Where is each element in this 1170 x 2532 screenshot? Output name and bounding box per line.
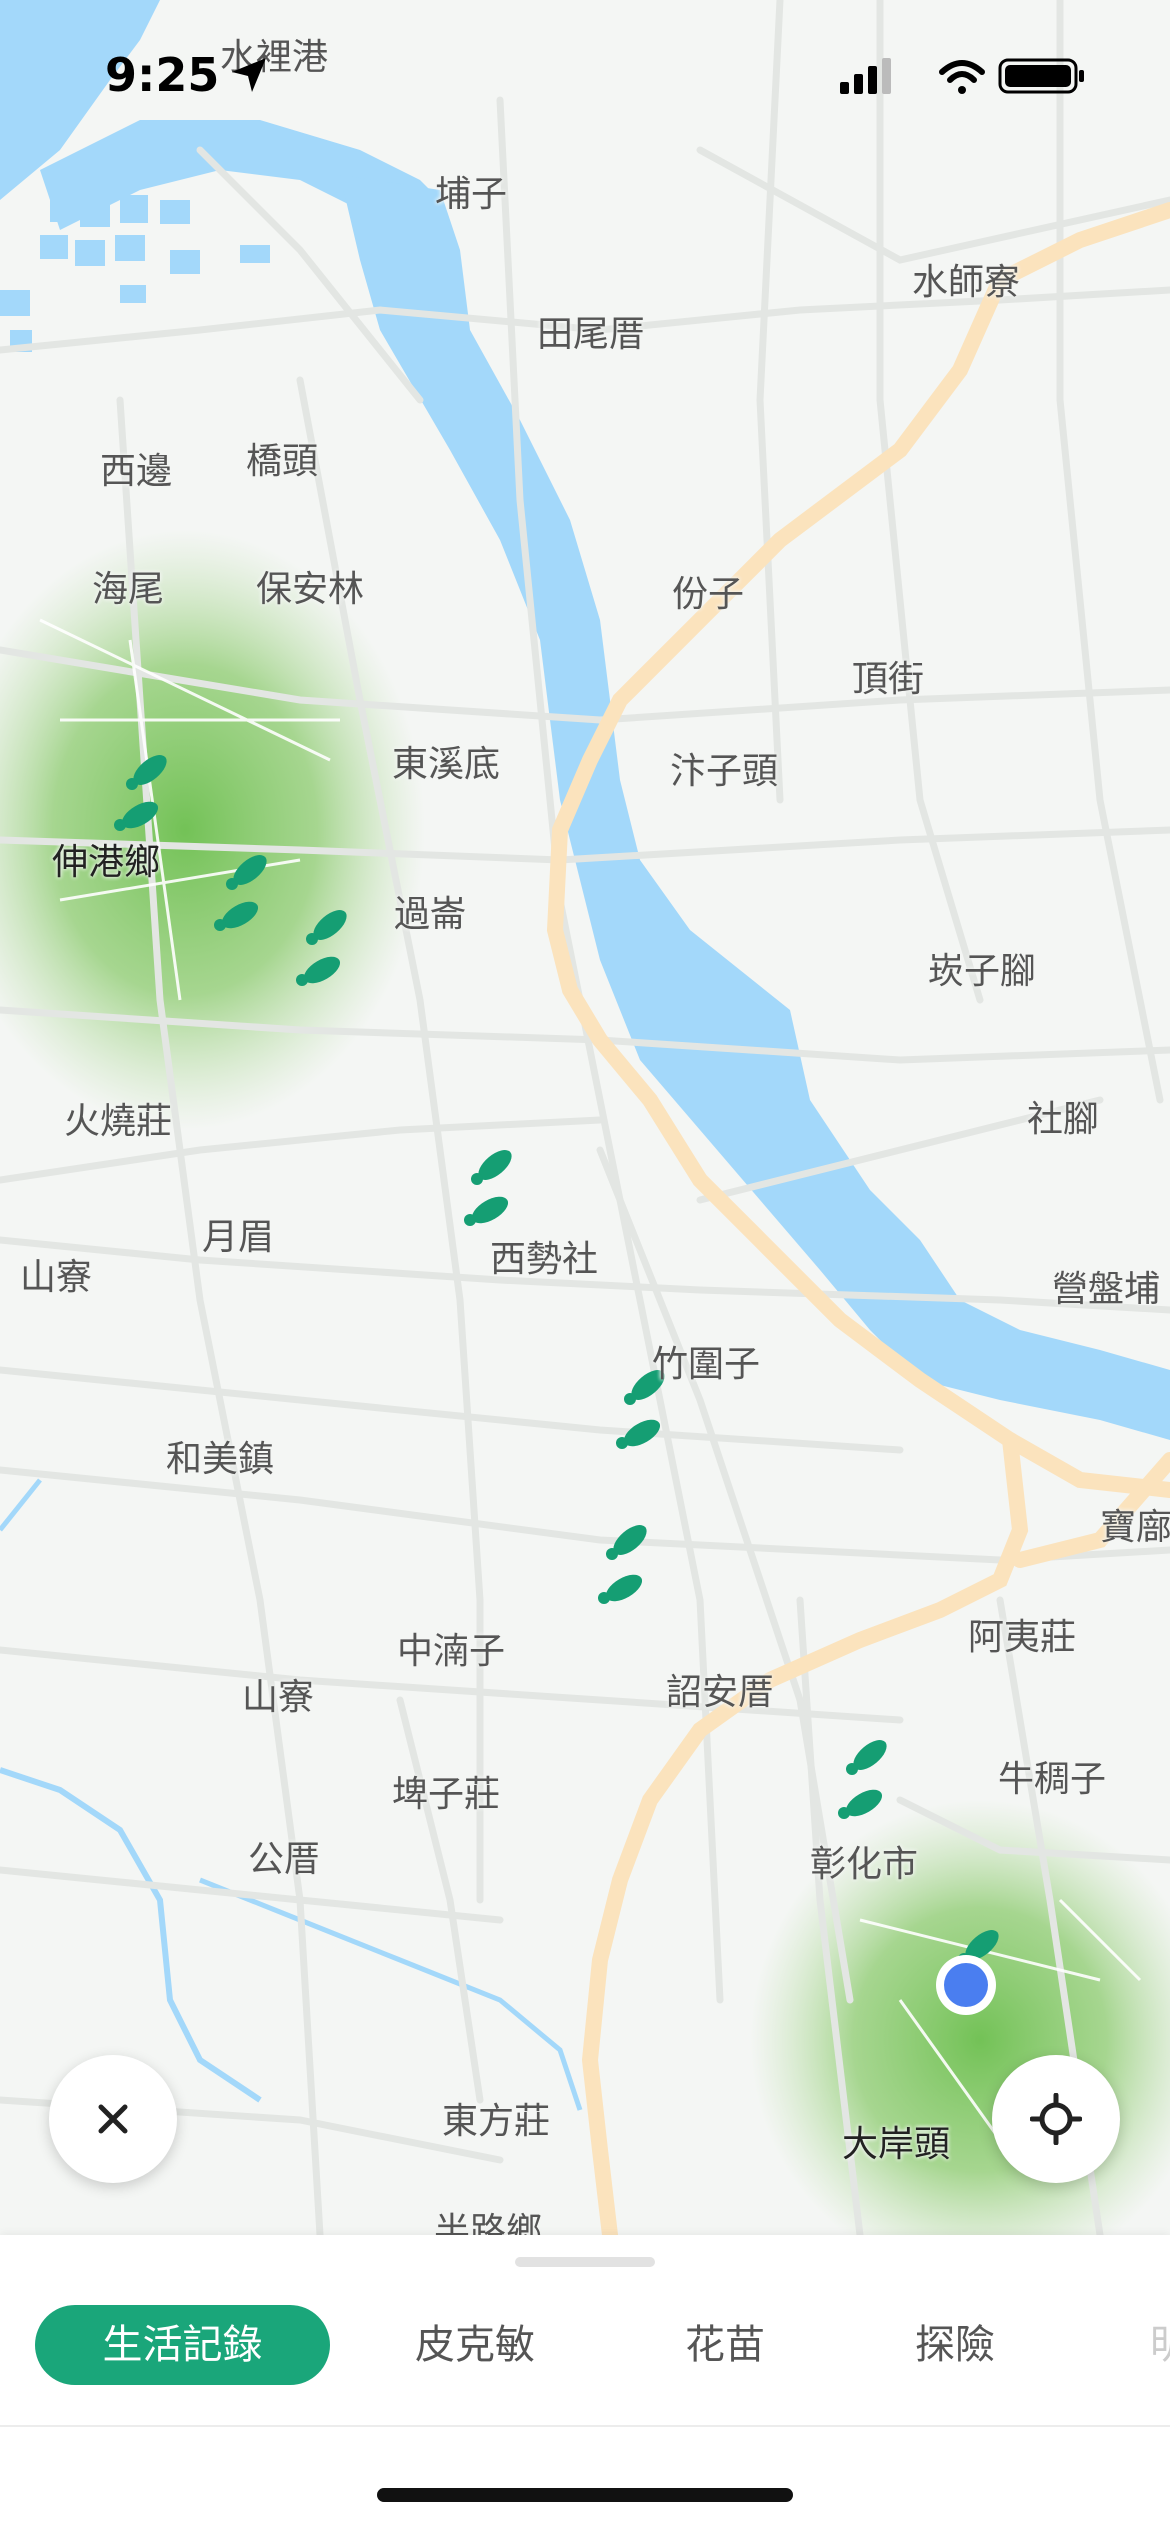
- place-label: 汴子頭: [670, 751, 779, 792]
- divider: [0, 2425, 1170, 2427]
- location-arrow-icon: [232, 58, 266, 92]
- place-label: 山寮: [242, 1677, 315, 1718]
- place-label: 公厝: [248, 1839, 321, 1880]
- place-label: 社腳: [1027, 1099, 1100, 1140]
- place-label: 崁子腳: [928, 951, 1037, 992]
- battery-icon: [998, 58, 1084, 94]
- place-label: 保安林: [256, 569, 365, 610]
- tab-life-log[interactable]: 生活記錄: [35, 2305, 330, 2385]
- place-label: 彰化市: [810, 1844, 919, 1885]
- place-label: 埤子莊: [392, 1774, 501, 1815]
- place-label: 西勢社: [490, 1239, 599, 1280]
- tab-expedition[interactable]: 探險: [870, 2305, 1040, 2385]
- place-label: 月眉: [202, 1217, 275, 1258]
- place-label: 東方莊: [442, 2101, 551, 2142]
- place-label: 西邊: [100, 451, 173, 492]
- place-label: 牛稠子: [998, 1759, 1107, 1800]
- recenter-button[interactable]: [992, 2055, 1120, 2183]
- place-label: 埔子: [435, 174, 508, 215]
- place-label: 份子: [672, 574, 745, 615]
- crosshair-icon: [1030, 2093, 1082, 2145]
- place-label: 阿夷莊: [968, 1617, 1077, 1658]
- cellular-signal-icon: [840, 58, 891, 94]
- category-tabs: 生活記錄 皮克敏 花苗 探險 明: [0, 2305, 1170, 2415]
- place-label: 中湳子: [397, 1631, 506, 1672]
- place-label: 過崙: [394, 894, 467, 935]
- place-label: 火燒莊: [64, 1101, 173, 1142]
- place-label: 水師寮: [912, 262, 1021, 303]
- close-icon: [98, 2104, 128, 2134]
- sheet-drag-handle[interactable]: [515, 2257, 655, 2267]
- place-label: 橋頭: [246, 441, 319, 482]
- place-label: 大岸頭: [842, 2124, 951, 2165]
- place-label: 東溪底: [392, 744, 501, 785]
- status-icons: [840, 58, 1084, 94]
- close-button[interactable]: [49, 2055, 177, 2183]
- place-label: 海尾: [92, 569, 165, 610]
- place-label: 寶廍: [1100, 1507, 1170, 1548]
- place-label: 頂街: [852, 659, 925, 700]
- place-label: 竹圍子: [652, 1344, 761, 1385]
- tab-more[interactable]: 明: [1130, 2305, 1170, 2385]
- home-indicator[interactable]: [377, 2488, 793, 2502]
- place-label: 和美鎮: [166, 1439, 275, 1480]
- tab-flower-seedling[interactable]: 花苗: [640, 2305, 810, 2385]
- user-location-marker: [936, 1955, 996, 2015]
- place-label: 詔安厝: [666, 1672, 775, 1713]
- wifi-icon: [939, 60, 985, 94]
- place-label: 伸港鄉: [52, 842, 161, 883]
- place-label: 山寮: [20, 1257, 93, 1298]
- status-time: 9:25: [105, 48, 220, 102]
- place-label: 田尾厝: [537, 314, 646, 355]
- tab-pikmin[interactable]: 皮克敏: [380, 2305, 570, 2385]
- place-label: 營盤埔: [1052, 1269, 1161, 1310]
